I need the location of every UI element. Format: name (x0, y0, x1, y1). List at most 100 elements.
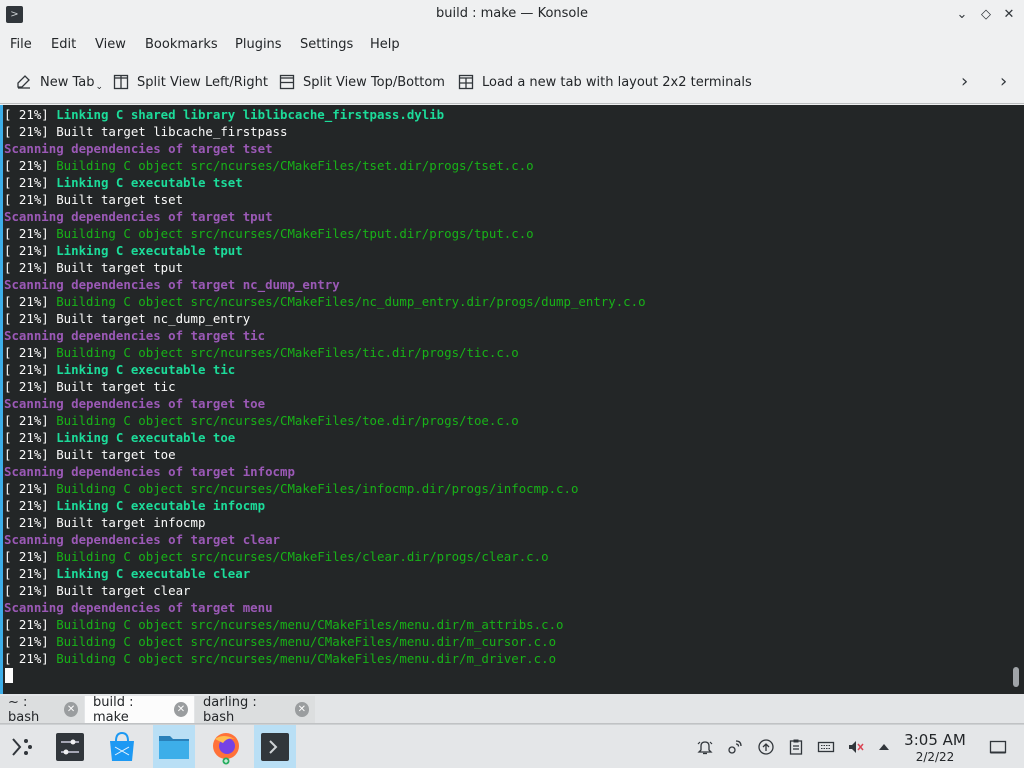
tab-darling-bash[interactable]: darling : bash ✕ (195, 694, 315, 725)
minimize-button[interactable]: ⌄ (951, 4, 973, 26)
new-tab-label: New Tab (40, 74, 95, 90)
volume-muted-icon[interactable] (847, 738, 865, 756)
taskbar: 3:05 AM 2/2/22 (0, 724, 1024, 768)
tab-label: darling : bash (203, 694, 257, 725)
terminal-line: [ 21%] Building C object src/ncurses/CMa… (4, 480, 646, 497)
terminal-line: [ 21%] Linking C executable clear (4, 565, 646, 582)
progress-prefix: [ 21%] (4, 617, 57, 632)
window-title: build : make — Konsole (436, 6, 588, 21)
progress-prefix: [ 21%] (4, 566, 57, 581)
network-icon[interactable] (726, 738, 744, 756)
task-discover[interactable] (101, 725, 143, 768)
terminal-line: Scanning dependencies of target toe (4, 395, 646, 412)
menu-file[interactable]: File (10, 37, 32, 52)
line-text: Scanning dependencies of target toe (4, 396, 266, 411)
close-icon[interactable]: ✕ (174, 702, 188, 717)
progress-prefix: [ 21%] (4, 311, 57, 326)
line-text: Built target nc_dump_entry (56, 311, 251, 326)
task-firefox[interactable] (205, 725, 247, 768)
menu-bookmarks[interactable]: Bookmarks (145, 37, 218, 52)
clipboard-icon[interactable] (787, 738, 805, 756)
task-system-settings[interactable] (49, 725, 91, 768)
terminal-line: [ 21%] Linking C executable infocmp (4, 497, 646, 514)
line-text: Built target libcache_firstpass (56, 124, 288, 139)
terminal-output: [ 21%] Linking C shared library liblibca… (4, 106, 646, 667)
overflow-chevron-icon[interactable]: › (1000, 71, 1007, 92)
load-layout-2x2-button[interactable]: Load a new tab with layout 2x2 terminals (458, 72, 752, 92)
split-tb-label: Split View Top/Bottom (303, 74, 445, 90)
maximize-button[interactable]: ◇ (975, 4, 997, 26)
terminal-line: [ 21%] Linking C executable tic (4, 361, 646, 378)
notifications-bell-icon[interactable] (696, 738, 714, 756)
chevron-right-icon[interactable]: › (961, 71, 968, 92)
new-tab-icon (16, 74, 32, 90)
line-text: Scanning dependencies of target tput (4, 209, 273, 224)
close-button[interactable]: ✕ (998, 4, 1020, 26)
line-text: Linking C executable tput (56, 243, 243, 258)
line-text: Building C object src/ncurses/menu/CMake… (56, 651, 557, 666)
application-launcher[interactable] (0, 725, 42, 768)
grid-layout-icon (458, 74, 474, 90)
show-desktop-icon[interactable] (989, 738, 1007, 756)
line-text: Scanning dependencies of target clear (4, 532, 281, 547)
menu-edit[interactable]: Edit (51, 37, 76, 52)
terminal-line: [ 21%] Building C object src/ncurses/CMa… (4, 225, 646, 242)
terminal-line: [ 21%] Building C object src/ncurses/CMa… (4, 293, 646, 310)
line-text: Building C object src/ncurses/CMakeFiles… (56, 549, 549, 564)
menu-view[interactable]: View (95, 37, 126, 52)
line-text: Scanning dependencies of target menu (4, 600, 273, 615)
terminal-line: [ 21%] Built target toe (4, 446, 646, 463)
progress-prefix: [ 21%] (4, 226, 57, 241)
clock-time[interactable]: 3:05 AM (890, 731, 980, 749)
line-text: Building C object src/ncurses/CMakeFiles… (56, 158, 534, 173)
terminal-line: [ 21%] Building C object src/ncurses/CMa… (4, 344, 646, 361)
updates-icon[interactable] (757, 738, 775, 756)
progress-prefix: [ 21%] (4, 515, 57, 530)
terminal-line: [ 21%] Building C object src/ncurses/CMa… (4, 412, 646, 429)
line-text: Built target tic (56, 379, 176, 394)
scrollbar-thumb[interactable] (1013, 667, 1019, 687)
progress-prefix: [ 21%] (4, 413, 57, 428)
line-text: Building C object src/ncurses/CMakeFiles… (56, 294, 646, 309)
new-tab-button[interactable]: New Tab ⌄ (16, 72, 103, 92)
progress-prefix: [ 21%] (4, 260, 57, 275)
tab-build-make[interactable]: build : make ✕ (85, 695, 194, 725)
terminal-line: Scanning dependencies of target tic (4, 327, 646, 344)
menu-help[interactable]: Help (370, 37, 400, 52)
title-bar[interactable]: > build : make — Konsole ⌄ ◇ ✕ (0, 0, 1024, 30)
progress-prefix: [ 21%] (4, 498, 57, 513)
progress-prefix: [ 21%] (4, 107, 57, 122)
progress-prefix: [ 21%] (4, 362, 57, 377)
menu-plugins[interactable]: Plugins (235, 37, 282, 52)
line-text: Built target clear (56, 583, 191, 598)
progress-prefix: [ 21%] (4, 379, 57, 394)
split-view-left-right-button[interactable]: Split View Left/Right (113, 72, 268, 92)
line-text: Scanning dependencies of target nc_dump_… (4, 277, 340, 292)
progress-prefix: [ 21%] (4, 192, 57, 207)
keyboard-icon[interactable] (817, 738, 835, 756)
terminal-line: [ 21%] Built target tset (4, 191, 646, 208)
terminal-line: Scanning dependencies of target infocmp (4, 463, 646, 480)
tab-home-bash[interactable]: ~ : bash ✕ (0, 695, 84, 725)
progress-prefix: [ 21%] (4, 345, 57, 360)
line-text: Building C object src/ncurses/CMakeFiles… (56, 413, 519, 428)
task-konsole[interactable] (254, 725, 296, 768)
menu-bar: File Edit View Bookmarks Plugins Setting… (0, 30, 1024, 60)
close-icon[interactable]: ✕ (294, 702, 309, 717)
close-icon[interactable]: ✕ (64, 702, 78, 717)
line-text: Building C object src/ncurses/CMakeFiles… (56, 345, 519, 360)
clock-date[interactable]: 2/2/22 (890, 750, 980, 764)
split-view-top-bottom-button[interactable]: Split View Top/Bottom (279, 72, 445, 92)
terminal-line: [ 21%] Built target clear (4, 582, 646, 599)
line-text: Scanning dependencies of target infocmp (4, 464, 295, 479)
progress-prefix: [ 21%] (4, 124, 57, 139)
task-file-manager[interactable] (153, 725, 195, 768)
terminal-line: [ 21%] Built target tic (4, 378, 646, 395)
menu-settings[interactable]: Settings (300, 37, 353, 52)
line-text: Built target tset (56, 192, 184, 207)
terminal-view[interactable]: [ 21%] Linking C shared library liblibca… (0, 105, 1024, 694)
folder-icon (159, 736, 189, 759)
line-text: Linking C executable tic (56, 362, 236, 377)
launcher-icon (12, 738, 32, 756)
line-text: Building C object src/ncurses/CMakeFiles… (56, 481, 579, 496)
